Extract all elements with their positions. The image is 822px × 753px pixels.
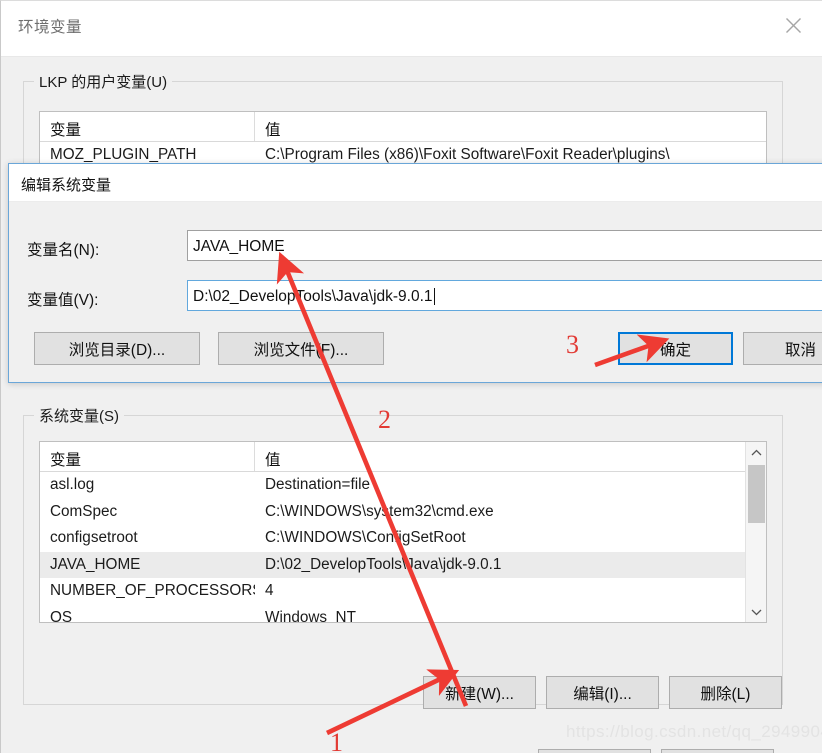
variable-name: ComSpec — [50, 502, 118, 520]
table-row[interactable]: OS Windows_NT — [40, 605, 766, 623]
table-row[interactable]: NUMBER_OF_PROCESSORS 4 — [40, 578, 766, 605]
annotation-number-1: 1 — [330, 728, 343, 753]
variable-value: C:\Program Files (x86)\Foxit Software\Fo… — [265, 146, 670, 164]
variable-name: NUMBER_OF_PROCESSORS — [50, 582, 255, 600]
browse-directory-button[interactable]: 浏览目录(D)... — [34, 332, 200, 365]
edit-dialog-titlebar: 编辑系统变量 — [9, 164, 822, 202]
user-variables-col-value: 值 — [265, 121, 281, 139]
window-title: 环境变量 — [18, 19, 83, 36]
variable-value: Destination=file — [265, 476, 371, 494]
system-variables-col-value: 值 — [265, 451, 281, 469]
window-titlebar: 环境变量 — [1, 1, 822, 57]
scrollbar-thumb[interactable] — [748, 465, 765, 523]
edit-dialog-body: 变量名(N): JAVA_HOME 变量值(V): D:\02_DevelopT… — [9, 202, 822, 382]
user-variables-col-name: 变量 — [40, 112, 255, 141]
variable-name-input-value: JAVA_HOME — [193, 237, 285, 255]
user-variables-header-row: 变量 值 — [40, 112, 766, 142]
variable-name: OS — [50, 608, 73, 623]
variable-value: C:\WINDOWS\ConfigSetRoot — [265, 529, 466, 547]
annotation-number-3: 3 — [566, 330, 579, 359]
variable-name-label: 变量名(N): — [27, 242, 100, 259]
edit-system-variable-dialog: 编辑系统变量 变量名(N): JAVA_HOME 变量值(V): D:\02_D… — [8, 163, 822, 383]
variable-value: C:\WINDOWS\system32\cmd.exe — [265, 502, 494, 520]
watermark-text: https://blog.csdn.net/qq_29499041 — [566, 722, 822, 741]
system-variables-table[interactable]: 变量 值 asl.log Destination=file ComSpec C:… — [39, 441, 767, 623]
parent-ok-button[interactable] — [538, 749, 651, 753]
variable-value-input[interactable]: D:\02_DevelopTools\Java\jdk-9.0.1 — [187, 280, 822, 311]
variable-value: 4 — [265, 582, 274, 600]
text-caret — [433, 288, 435, 305]
variable-name: configsetroot — [50, 529, 138, 547]
cancel-button[interactable]: 取消 — [743, 332, 822, 365]
table-row[interactable]: asl.log Destination=file — [40, 472, 766, 499]
annotation-number-2: 2 — [378, 405, 391, 434]
variable-value-input-value: D:\02_DevelopTools\Java\jdk-9.0.1 — [193, 287, 433, 305]
variable-value-label: 变量值(V): — [27, 292, 99, 309]
ok-button[interactable]: 确定 — [618, 332, 733, 365]
system-variables-col-name: 变量 — [40, 442, 255, 471]
vertical-scrollbar[interactable] — [745, 442, 766, 622]
screenshot-root: 环境变量 LKP 的用户变量(U) 变量 值 MOZ_PLUGIN_PATH C… — [0, 0, 822, 753]
chevron-up-icon[interactable] — [746, 442, 766, 463]
system-variables-header-row: 变量 值 — [40, 442, 766, 472]
table-row[interactable]: configsetroot C:\WINDOWS\ConfigSetRoot — [40, 525, 766, 552]
system-variables-legend: 系统变量(S) — [34, 405, 124, 426]
window-content: LKP 的用户变量(U) 变量 值 MOZ_PLUGIN_PATH C:\Pro… — [1, 57, 822, 753]
delete-button[interactable]: 删除(L) — [669, 676, 782, 709]
variable-name: JAVA_HOME — [50, 555, 141, 573]
user-variables-legend: LKP 的用户变量(U) — [34, 71, 173, 92]
variable-value: Windows_NT — [265, 608, 356, 623]
variable-name: MOZ_PLUGIN_PATH — [50, 146, 197, 164]
variable-value: D:\02_DevelopTools\Java\jdk-9.0.1 — [265, 555, 502, 573]
variable-name-input[interactable]: JAVA_HOME — [187, 230, 822, 261]
edit-button[interactable]: 编辑(I)... — [546, 676, 659, 709]
chevron-down-icon[interactable] — [746, 601, 766, 622]
table-row[interactable]: ComSpec C:\WINDOWS\system32\cmd.exe — [40, 499, 766, 526]
browse-file-button[interactable]: 浏览文件(F)... — [218, 332, 384, 365]
parent-cancel-button[interactable] — [661, 749, 774, 753]
edit-dialog-title: 编辑系统变量 — [21, 177, 112, 194]
close-icon[interactable] — [771, 7, 815, 43]
table-row-selected[interactable]: JAVA_HOME D:\02_DevelopTools\Java\jdk-9.… — [40, 551, 766, 578]
variable-name: asl.log — [50, 476, 95, 494]
new-button[interactable]: 新建(W)... — [423, 676, 536, 709]
